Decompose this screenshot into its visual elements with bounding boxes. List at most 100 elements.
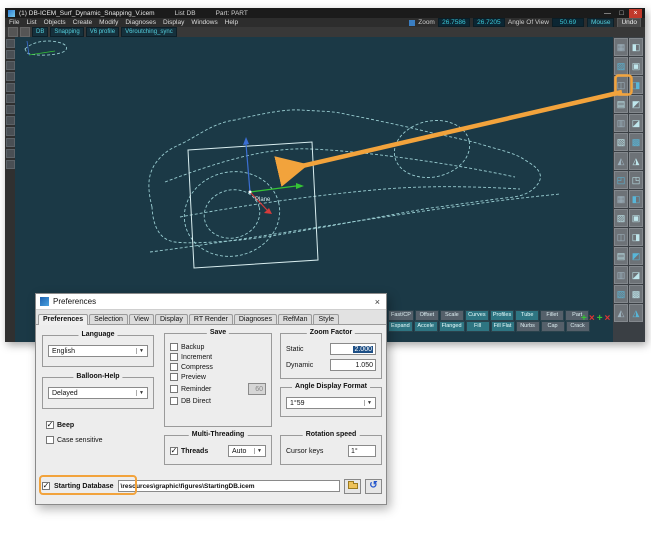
right-toolbar-button[interactable]: ▣ (629, 57, 643, 75)
bottom-toolbar-button[interactable]: Accele (413, 321, 438, 332)
tab-rt-render[interactable]: RT Render (188, 314, 233, 324)
right-toolbar-button[interactable]: ▤ (614, 95, 628, 113)
right-toolbar-button[interactable]: ▧ (614, 133, 628, 151)
bottom-toolbar-button[interactable]: Scale (439, 310, 464, 321)
close-button[interactable]: × (629, 8, 642, 18)
tab-view[interactable]: View (128, 314, 154, 324)
green-arrows-icon[interactable]: + (581, 314, 587, 324)
angle-of-view-field[interactable]: 50.69 (551, 18, 584, 27)
left-toolbar-button[interactable] (5, 127, 15, 136)
right-toolbar-button[interactable]: ▥ (614, 114, 628, 132)
menu-list[interactable]: List (26, 19, 36, 26)
right-toolbar-button[interactable]: ▨ (614, 57, 628, 75)
right-toolbar-button[interactable]: ◭ (614, 152, 628, 170)
bottom-toolbar-button[interactable]: Flanged (438, 321, 465, 332)
zoom-static-field[interactable]: 26.7586 (437, 18, 470, 27)
starting-database-checkbox[interactable] (42, 482, 50, 490)
right-toolbar-button[interactable]: ▨ (614, 209, 628, 227)
maximize-button[interactable]: □ (615, 9, 628, 18)
tab-refman[interactable]: RefMan (277, 314, 313, 324)
left-toolbar-button[interactable] (5, 61, 15, 70)
starting-database-path-field[interactable]: \resources\graphic\figures\StartingDB.ic… (117, 480, 340, 492)
routching-sync-button[interactable]: V6routching_sync (121, 27, 177, 37)
right-toolbar-button[interactable]: ◩ (629, 95, 643, 113)
language-select[interactable]: English ▼ (48, 345, 148, 357)
browse-folder-button[interactable] (344, 478, 361, 494)
right-toolbar-button[interactable]: ◪ (629, 114, 643, 132)
toolbar-icon[interactable] (8, 27, 18, 37)
right-toolbar-button[interactable]: ◳ (629, 171, 643, 189)
tab-diagnoses[interactable]: Diagnoses (233, 314, 277, 324)
menu-create[interactable]: Create (73, 19, 93, 26)
menu-modify[interactable]: Modify (99, 19, 118, 26)
right-toolbar-button[interactable]: ▦ (614, 190, 628, 208)
increment-checkbox[interactable] (170, 353, 178, 361)
right-toolbar-button[interactable]: ◰ (614, 171, 628, 189)
left-toolbar-button[interactable] (5, 72, 15, 81)
left-toolbar-button[interactable] (5, 39, 15, 48)
right-toolbar-button[interactable]: ◧ (629, 190, 643, 208)
right-toolbar-button[interactable]: ◮ (629, 152, 643, 170)
case-sensitive-checkbox[interactable] (46, 436, 54, 444)
left-toolbar-button[interactable] (5, 105, 15, 114)
tab-style[interactable]: Style (313, 314, 340, 324)
cursor-keys-field[interactable]: 1° (348, 445, 376, 457)
right-toolbar-button[interactable]: ▤ (614, 247, 628, 265)
left-toolbar-button[interactable] (5, 50, 15, 59)
dynamic-zoom-field[interactable]: 1.050 (330, 359, 376, 371)
dialog-titlebar[interactable]: Preferences × (36, 294, 386, 310)
profile-button[interactable]: V6 profile (85, 27, 120, 37)
right-toolbar-button[interactable]: ◫ (614, 76, 628, 94)
left-toolbar-button[interactable] (5, 94, 15, 103)
menu-display[interactable]: Display (163, 19, 184, 26)
red-cross-icon[interactable]: × (605, 314, 611, 324)
db-direct-checkbox[interactable] (170, 397, 178, 405)
right-toolbar-button[interactable]: ◨ (629, 228, 643, 246)
threads-checkbox[interactable] (170, 447, 178, 455)
left-toolbar-button[interactable] (5, 160, 15, 169)
bottom-toolbar-button[interactable]: Fillet (540, 310, 565, 321)
bottom-toolbar-button[interactable]: Offset (414, 310, 439, 321)
tab-display[interactable]: Display (154, 314, 188, 324)
menu-file[interactable]: File (9, 19, 19, 26)
bottom-toolbar-button[interactable]: Cap (540, 321, 565, 332)
right-toolbar-button[interactable]: ▥ (614, 266, 628, 284)
green-arrows-icon[interactable]: + (597, 314, 603, 324)
compress-checkbox[interactable] (170, 363, 178, 371)
bottom-toolbar-button[interactable]: Tube (515, 310, 540, 321)
menu-windows[interactable]: Windows (191, 19, 217, 26)
right-toolbar-button[interactable]: ◩ (629, 247, 643, 265)
right-toolbar-button[interactable]: ◭ (614, 304, 628, 322)
tab-selection[interactable]: Selection (89, 314, 128, 324)
menu-help[interactable]: Help (225, 19, 238, 26)
right-toolbar-button[interactable]: ◧ (629, 38, 643, 56)
right-toolbar-button[interactable]: ◮ (629, 304, 643, 322)
left-toolbar-button[interactable] (5, 83, 15, 92)
mouse-button[interactable]: Mouse (586, 17, 615, 28)
bottom-toolbar-button[interactable]: Profiles (489, 310, 515, 321)
zoom-dynamic-field[interactable]: 26.7205 (472, 18, 505, 27)
static-zoom-field[interactable]: 2.000 (330, 343, 376, 355)
reset-path-button[interactable]: ↺ (365, 478, 382, 494)
backup-checkbox[interactable] (170, 343, 178, 351)
view-mode-icon[interactable] (409, 19, 416, 26)
angle-format-select[interactable]: 1°59 ▼ (286, 397, 376, 409)
red-cross-icon[interactable]: × (589, 314, 595, 324)
minimize-button[interactable]: — (601, 9, 614, 18)
bottom-toolbar-button[interactable]: Fill (465, 321, 490, 332)
menu-objects[interactable]: Objects (44, 19, 66, 26)
preview-checkbox[interactable] (170, 373, 178, 381)
tab-preferences[interactable]: Preferences (38, 314, 89, 325)
right-toolbar-button[interactable]: ▧ (614, 285, 628, 303)
snapping-button[interactable]: Snapping (50, 27, 84, 37)
undo-button[interactable]: Undo (617, 17, 641, 28)
toolbar-icon[interactable] (20, 27, 30, 37)
reminder-minutes-field[interactable]: 60 (248, 383, 266, 395)
right-toolbar-button[interactable]: ▦ (614, 38, 628, 56)
bottom-toolbar-button[interactable]: Curves (464, 310, 489, 321)
reminder-checkbox[interactable] (170, 385, 178, 393)
right-toolbar-button[interactable]: ◫ (614, 228, 628, 246)
bottom-toolbar-button[interactable]: Fill Flat (490, 321, 515, 332)
right-toolbar-button[interactable]: ▣ (629, 209, 643, 227)
dialog-close-button[interactable]: × (373, 297, 382, 307)
